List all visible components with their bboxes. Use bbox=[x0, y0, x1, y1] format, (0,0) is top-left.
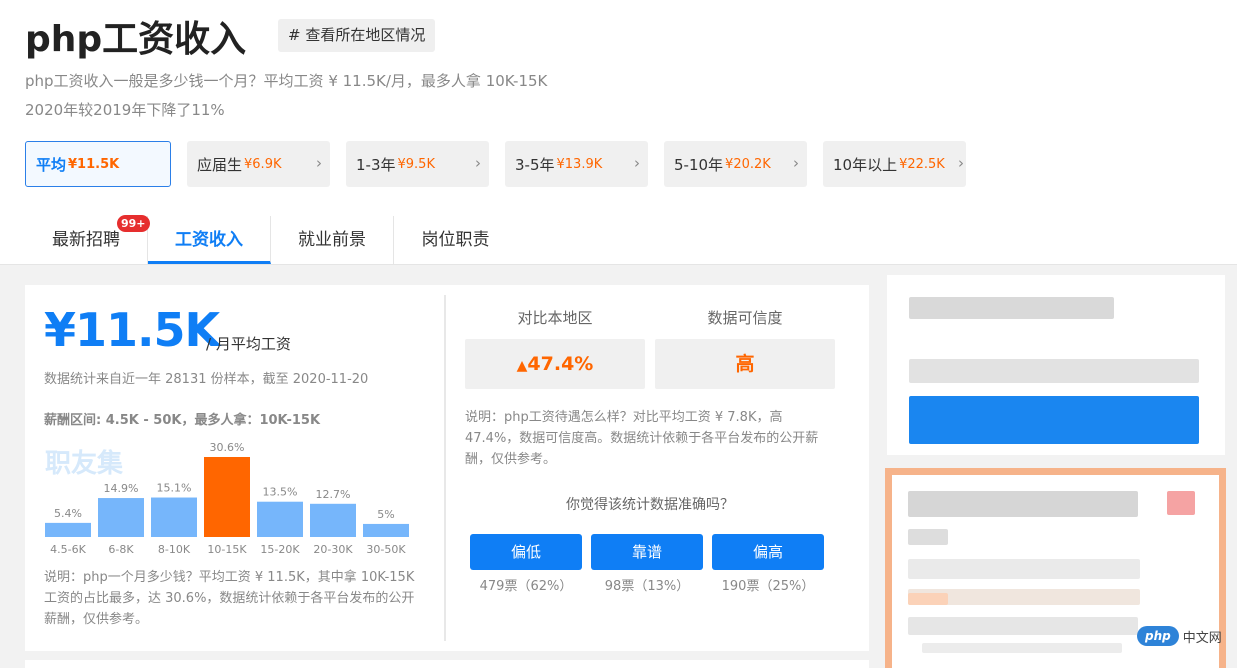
chart-value-label: 5% bbox=[377, 508, 394, 521]
page-title: php工资收入 bbox=[25, 19, 247, 60]
chart-value-label: 15.1% bbox=[157, 482, 192, 495]
chart-bar-10-15K bbox=[204, 457, 250, 537]
main-tabs: 最新招聘 99+ 工资收入 就业前景 岗位职责 bbox=[25, 215, 517, 264]
vote-high-button[interactable]: 偏高 bbox=[712, 534, 824, 570]
blurred-content bbox=[908, 617, 1138, 635]
chevron-right-icon: › bbox=[475, 154, 481, 172]
chevron-right-icon: › bbox=[793, 154, 799, 172]
level-amount: ¥11.5K bbox=[68, 156, 120, 172]
chart-category-label: 20-30K bbox=[313, 543, 353, 556]
chart-category-label: 6-8K bbox=[108, 543, 134, 556]
chevron-right-icon: › bbox=[316, 154, 322, 172]
level-amount: ¥22.5K bbox=[899, 156, 945, 172]
chevron-right-icon: › bbox=[958, 154, 964, 172]
level-label: 平均 bbox=[36, 155, 67, 174]
compare-local-label: 对比本地区 bbox=[517, 309, 593, 327]
vote-accurate-count: 98票（13%） bbox=[604, 579, 690, 594]
level-amount: ¥9.5K bbox=[397, 156, 435, 172]
region-tag-button[interactable]: # 查看所在地区情况 bbox=[278, 19, 436, 52]
vote-low-button[interactable]: 偏低 bbox=[470, 534, 582, 570]
arrow-up-icon: ▲ bbox=[516, 358, 528, 374]
trust-box: 高 bbox=[655, 339, 835, 389]
blurred-content bbox=[908, 529, 948, 545]
vote-high-count: 190票（25%） bbox=[721, 579, 815, 594]
level-amount: ¥13.9K bbox=[556, 156, 603, 172]
chart-category-label: 15-20K bbox=[260, 543, 300, 556]
tab-prospects[interactable]: 就业前景 bbox=[271, 216, 394, 264]
level-10-plus-years[interactable]: 10年以上 ¥22.5K › bbox=[823, 141, 966, 187]
chart-value-label: 14.9% bbox=[104, 482, 139, 495]
accuracy-question: 你觉得该统计数据准确吗？ bbox=[566, 497, 734, 513]
chart-value-label: 5.4% bbox=[54, 507, 82, 520]
blurred-button bbox=[909, 396, 1199, 444]
salary-card: ¥11.5K / 月平均工资 数据统计来自近一年 28131 份样本，截至 20… bbox=[25, 285, 869, 651]
level-amount: ¥6.9K bbox=[244, 156, 282, 172]
tab-recruitment[interactable]: 最新招聘 99+ bbox=[25, 215, 150, 264]
compare-note: 说明：php工资待遇怎么样？对比平均工资 ¥ 7.8K，高 47.4%，数据可信… bbox=[465, 410, 819, 467]
compare-local-value: 47.4% bbox=[527, 353, 594, 375]
salary-summary: php工资收入一般是多少钱一个月？平均工资 ¥ 11.5K/月，最多人拿 10K… bbox=[25, 72, 548, 90]
chart-category-label: 30-50K bbox=[366, 543, 406, 556]
level-label: 5-10年 bbox=[674, 155, 724, 174]
level-label: 3-5年 bbox=[515, 155, 555, 174]
chart-bar-8-10K bbox=[151, 497, 197, 537]
chart-bar-15-20K bbox=[257, 501, 303, 537]
level-average[interactable]: 平均 ¥11.5K bbox=[25, 141, 171, 187]
year-change-text: 2020年较2019年下降了11% bbox=[25, 101, 225, 119]
next-card-edge bbox=[25, 660, 869, 668]
notification-badge: 99+ bbox=[117, 215, 150, 232]
card-divider bbox=[444, 295, 446, 641]
chart-value-label: 30.6% bbox=[210, 441, 245, 454]
level-label: 1-3年 bbox=[356, 155, 396, 174]
average-salary-unit: / 月平均工资 bbox=[206, 335, 291, 353]
compare-local-box: ▲47.4% bbox=[465, 339, 645, 389]
trust-value: 高 bbox=[735, 353, 755, 375]
chart-value-label: 13.5% bbox=[263, 486, 298, 499]
level-3-5-years[interactable]: 3-5年 ¥13.9K › bbox=[505, 141, 648, 187]
level-1-3-years[interactable]: 1-3年 ¥9.5K › bbox=[346, 141, 489, 187]
sample-stat-text: 数据统计来自近一年 28131 份样本，截至 2020-11-20 bbox=[44, 372, 369, 387]
trust-label: 数据可信度 bbox=[707, 309, 783, 327]
logo-text: 中文网 bbox=[1182, 630, 1222, 646]
level-amount: ¥20.2K bbox=[725, 156, 771, 172]
level-graduate[interactable]: 应届生 ¥6.9K › bbox=[187, 141, 330, 187]
level-label: 应届生 bbox=[197, 155, 243, 174]
average-salary-value: ¥11.5K bbox=[44, 303, 220, 357]
tab-duties[interactable]: 岗位职责 bbox=[394, 216, 517, 264]
php-logo-pill: php bbox=[1137, 626, 1179, 646]
blurred-content bbox=[908, 559, 1140, 579]
chart-category-label: 10-15K bbox=[207, 543, 247, 556]
site-logo: php 中文网 bbox=[1137, 625, 1222, 647]
experience-filter-row: 平均 ¥11.5K 应届生 ¥6.9K › 1-3年 ¥9.5K › 3-5年 … bbox=[25, 141, 966, 187]
blurred-content bbox=[1167, 491, 1195, 515]
chart-value-label: 12.7% bbox=[316, 488, 351, 501]
salary-note: 说明：php一个月多少钱？平均工资 ¥ 11.5K，其中拿 10K-15K 工资… bbox=[44, 570, 415, 627]
chart-bar-20-30K bbox=[310, 503, 356, 537]
tab-label: 就业前景 bbox=[298, 230, 366, 250]
blurred-content bbox=[922, 643, 1122, 653]
tab-label: 岗位职责 bbox=[421, 230, 490, 250]
blurred-content bbox=[909, 297, 1114, 319]
tab-label: 最新招聘 bbox=[52, 230, 120, 250]
chart-category-label: 4.5-6K bbox=[50, 543, 86, 556]
chevron-right-icon: › bbox=[634, 154, 640, 172]
salary-range-text: 薪酬区间: 4.5K - 50K，最多人拿：10K-15K bbox=[44, 413, 321, 428]
vote-accurate-button[interactable]: 靠谱 bbox=[591, 534, 703, 570]
tab-salary[interactable]: 工资收入 bbox=[148, 216, 271, 264]
salary-distribution-chart: 5.4% 4.5-6K 14.9% 6-8K 15.1% 8-10K 30.6% 10-15K… bbox=[45, 441, 409, 556]
chart-bar-4.5-6K bbox=[45, 522, 91, 537]
sidebar-ad-top[interactable] bbox=[887, 275, 1225, 455]
level-label: 10年以上 bbox=[833, 155, 898, 174]
chart-bar-6-8K bbox=[98, 498, 144, 537]
vote-low-count: 479票（62%） bbox=[479, 579, 573, 594]
chart-bar-30-50K bbox=[363, 523, 409, 537]
blurred-content bbox=[908, 491, 1138, 517]
blurred-content bbox=[909, 359, 1199, 383]
chart-category-label: 8-10K bbox=[158, 543, 191, 556]
level-5-10-years[interactable]: 5-10年 ¥20.2K › bbox=[664, 141, 807, 187]
blurred-content bbox=[908, 593, 948, 605]
tab-label: 工资收入 bbox=[175, 230, 243, 250]
